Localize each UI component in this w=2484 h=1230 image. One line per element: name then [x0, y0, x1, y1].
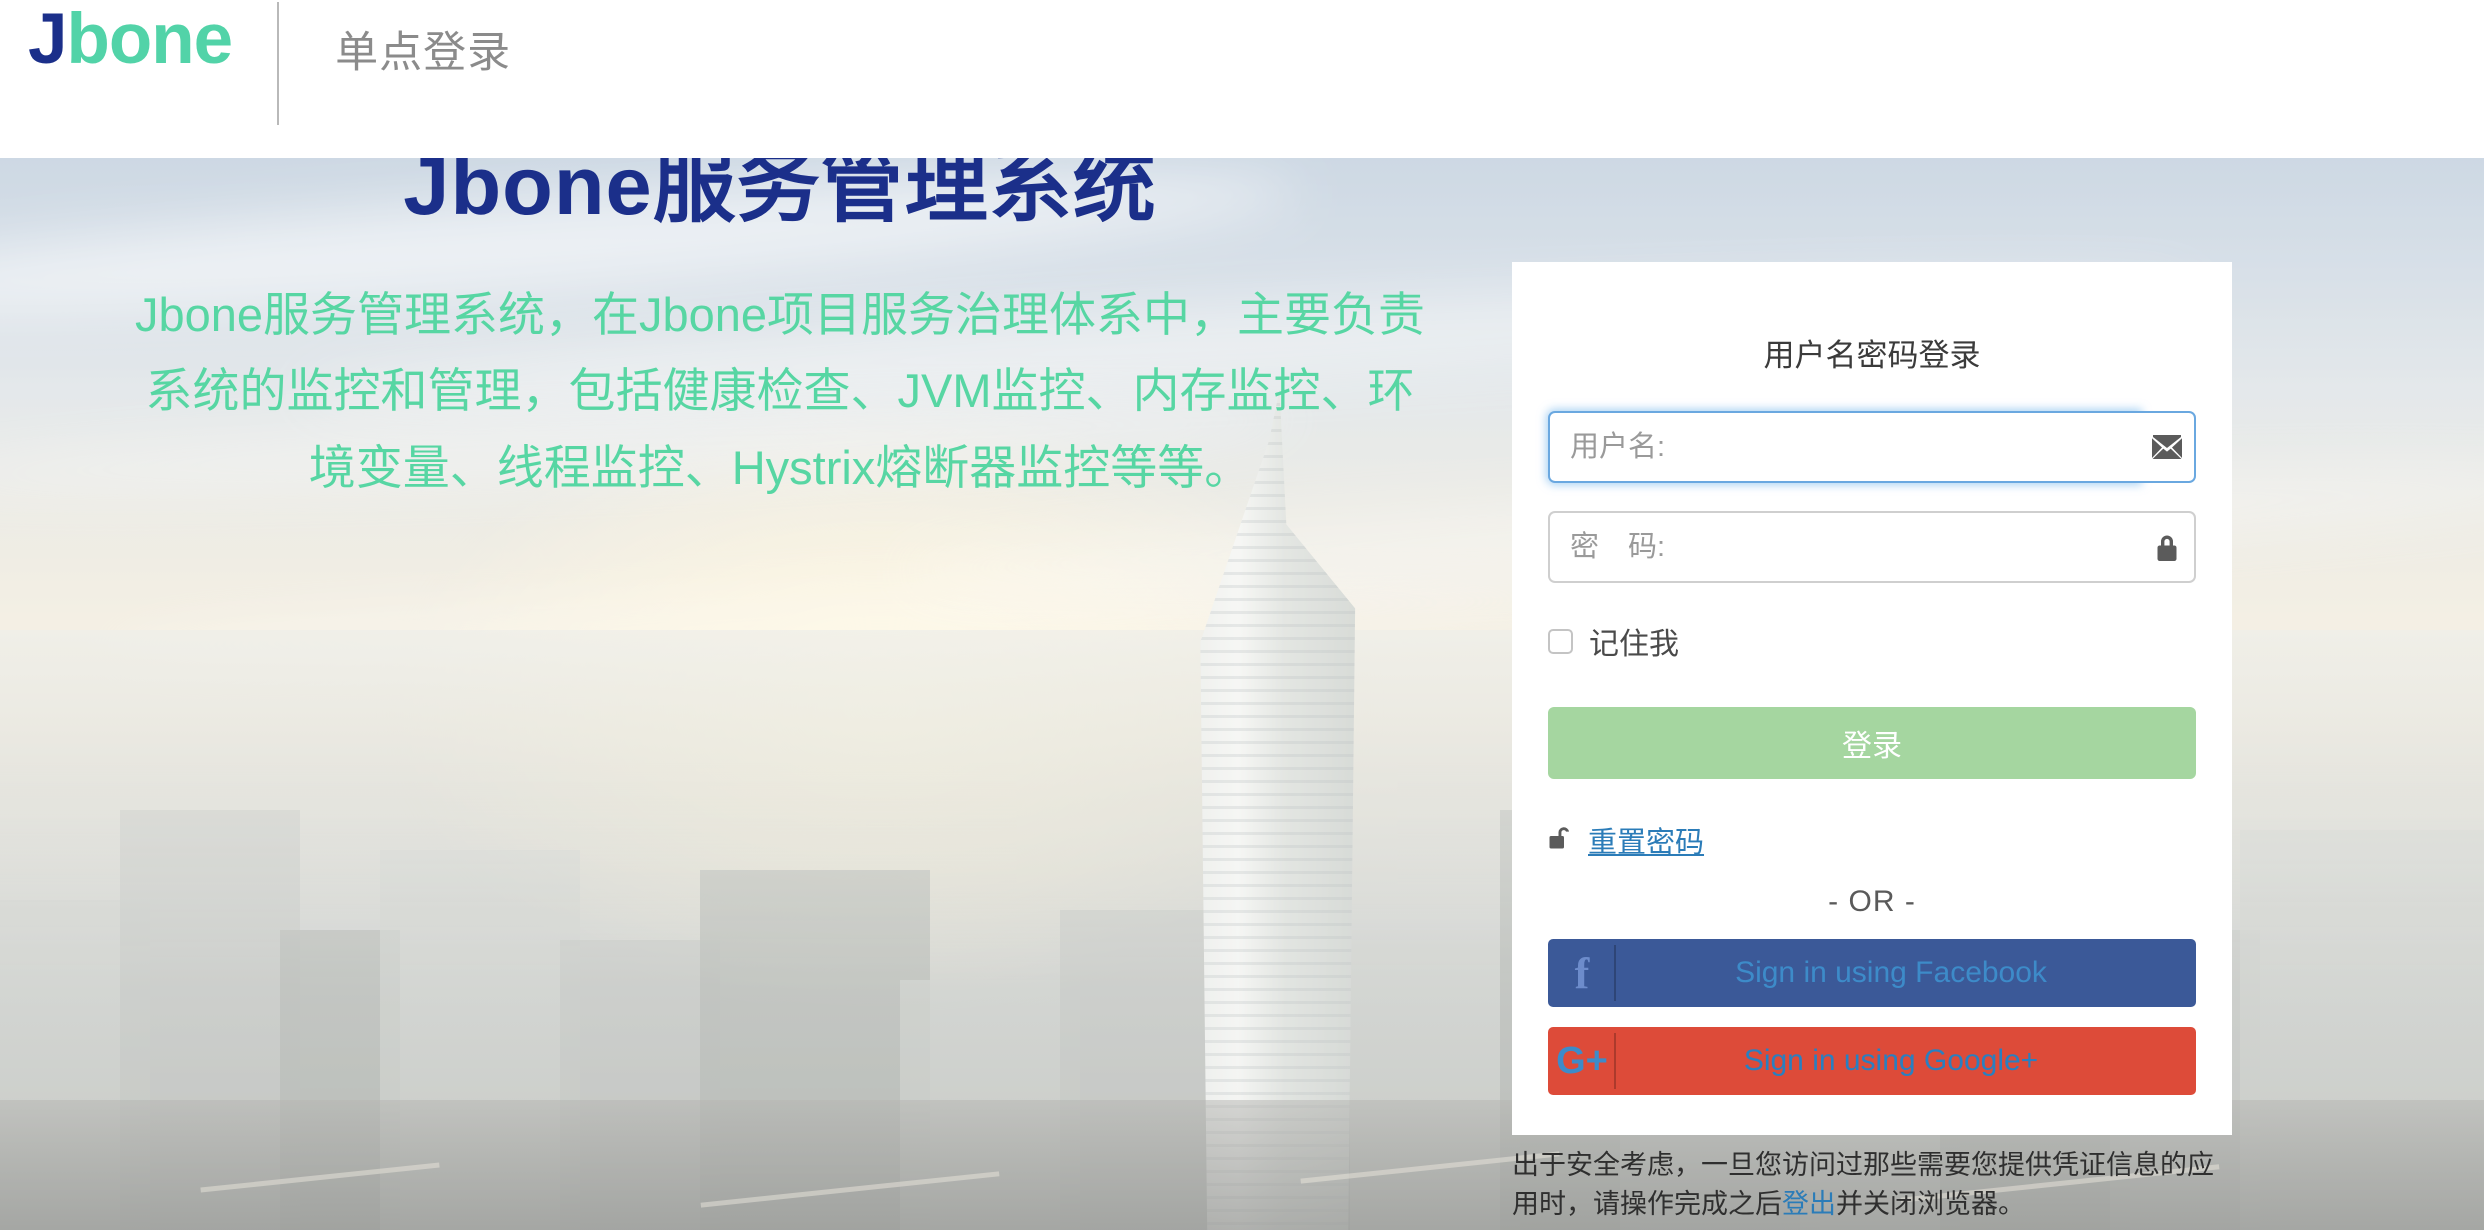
login-card: 用户名密码登录 用户名: 记住我 登录 重置密码 - OR - f Sign i… [1512, 262, 2232, 1135]
login-card-title: 用户名密码登录 [1763, 338, 1981, 373]
google-plus-icon: G+ [1548, 1027, 1616, 1095]
brand-logo-bone: bone [66, 0, 234, 79]
or-divider: - OR - [1828, 885, 1916, 918]
reset-password-row[interactable]: 重置密码 [1548, 819, 2196, 861]
reset-password-link[interactable]: 重置密码 [1588, 819, 1704, 861]
username-input-group [1548, 411, 2196, 483]
logout-link[interactable]: 登出 [1782, 1189, 1836, 1219]
brand-logo[interactable]: Jbone [28, 4, 233, 75]
header-divider [277, 2, 280, 125]
envelope-icon [2140, 411, 2196, 483]
google-plus-signin-button[interactable]: G+ Sign in using Google+ [1548, 1027, 2196, 1095]
remember-me-checkbox[interactable] [1548, 628, 1573, 654]
facebook-icon: f [1548, 939, 1616, 1007]
facebook-signin-button[interactable]: f Sign in using Facebook [1548, 939, 2196, 1007]
hero-description: Jbone服务管理系统，在Jbone项目服务治理体系中，主要负责系统的监控和管理… [134, 288, 1426, 494]
header-subtitle: 单点登录 [335, 29, 512, 77]
google-plus-signin-label: Sign in using Google+ [1743, 1044, 2039, 1077]
username-input[interactable] [1548, 411, 2140, 483]
unlock-icon [1548, 825, 1574, 856]
remember-me-row[interactable]: 记住我 [1548, 619, 2196, 663]
security-notice-part2: 并关闭浏览器。 [1836, 1189, 2025, 1220]
brand-logo-j: J [28, 0, 67, 79]
login-button[interactable]: 登录 [1548, 707, 2196, 779]
password-input[interactable] [1548, 511, 2140, 583]
remember-me-label: 记住我 [1589, 628, 1679, 661]
site-header: Jbone 单点登录 [0, 0, 2484, 158]
security-notice: 出于安全考虑，一旦您访问过那些需要您提供凭证信息的应用时，请操作完成之后登出并关… [1512, 1146, 2232, 1224]
password-input-group [1548, 511, 2196, 583]
facebook-signin-label: Sign in using Facebook [1735, 956, 2047, 989]
lock-icon [2140, 511, 2196, 583]
sso-login-page: Jbone服务管理系统 Jbone服务管理系统，在Jbone项目服务治理体系中，… [0, 0, 2484, 1230]
hero-copy: Jbone服务管理系统 Jbone服务管理系统，在Jbone项目服务治理体系中，… [130, 140, 1430, 506]
